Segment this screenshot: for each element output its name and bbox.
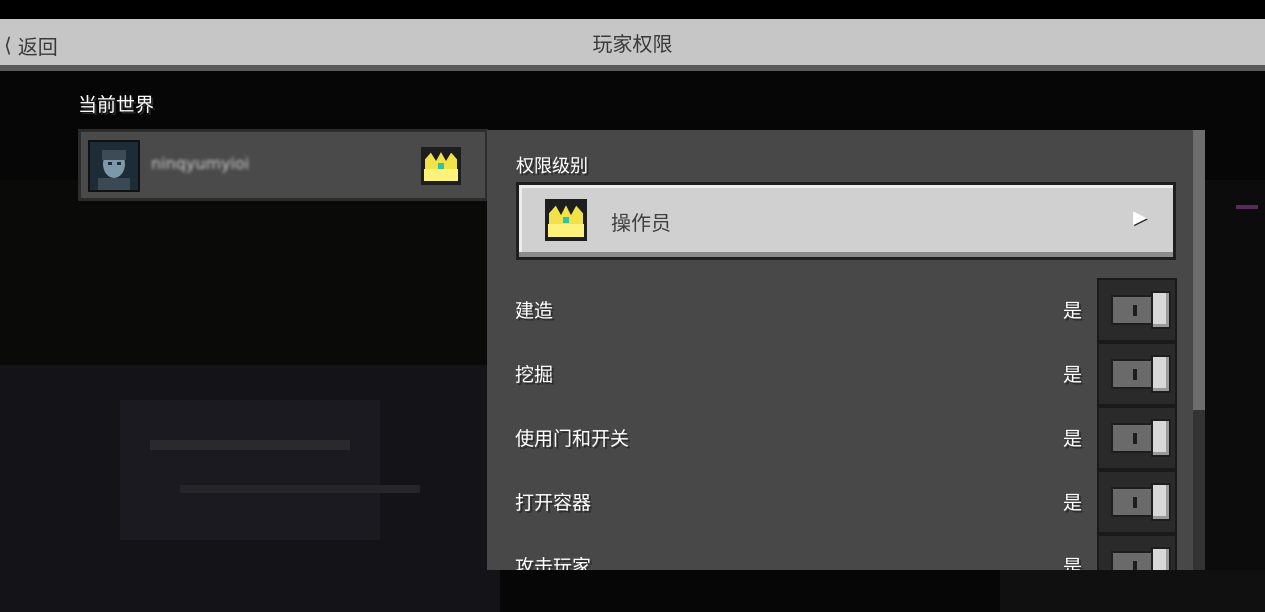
- toggle-track: [1111, 483, 1171, 521]
- toggle-knob: [1151, 291, 1171, 329]
- crown-icon: [545, 199, 587, 241]
- page-title: 玩家权限: [592, 31, 673, 56]
- permission-row-build: 建造 是: [487, 278, 1205, 342]
- build-toggle[interactable]: [1097, 278, 1177, 342]
- permission-label: 使用门和开关: [515, 428, 630, 450]
- toggle-knob: [1151, 483, 1171, 521]
- avatar: [88, 140, 140, 192]
- toggle-track: [1111, 419, 1171, 457]
- toggle-on-mark: [1133, 305, 1137, 316]
- top-edge: [0, 0, 1265, 19]
- toggle-on-mark: [1133, 433, 1137, 444]
- doors-switches-toggle[interactable]: [1097, 406, 1177, 470]
- permission-row-doors-switches: 使用门和开关 是: [487, 406, 1205, 470]
- permission-value: 是: [1063, 556, 1083, 570]
- permission-value: 是: [1063, 300, 1083, 322]
- toggle-knob: [1151, 419, 1171, 457]
- player-list-item[interactable]: ninqyumyioi: [78, 129, 488, 201]
- permission-value: 是: [1063, 364, 1083, 386]
- permission-value: 是: [1063, 428, 1083, 450]
- toggle-on-mark: [1133, 497, 1137, 508]
- toggle-knob: [1151, 355, 1171, 393]
- toggle-on-mark: [1133, 561, 1137, 570]
- scrollbar[interactable]: [1193, 130, 1205, 570]
- toggle-track: [1111, 355, 1171, 393]
- attack-players-toggle[interactable]: [1097, 534, 1177, 570]
- scrollbar-thumb[interactable]: [1193, 130, 1205, 410]
- toggle-track: [1111, 547, 1171, 570]
- mine-toggle[interactable]: [1097, 342, 1177, 406]
- permission-label: 攻击玩家: [515, 556, 592, 570]
- toggle-on-mark: [1133, 369, 1137, 380]
- permission-label: 建造: [515, 300, 554, 322]
- permission-level-dropdown[interactable]: 操作员 ▶: [516, 182, 1176, 260]
- permission-level-label: 权限级别: [516, 156, 588, 177]
- open-containers-toggle[interactable]: [1097, 470, 1177, 534]
- toggle-knob: [1151, 547, 1171, 570]
- permission-label: 挖掘: [515, 364, 554, 386]
- crown-icon: [421, 147, 461, 185]
- permissions-panel: 权限级别 操作员 ▶ 建造 是 挖掘 是 使用门和开关 是 打开容器 是 攻击玩…: [487, 130, 1205, 570]
- player-name: ninqyumyioi: [151, 154, 250, 173]
- game-screen: ⟨ 返回 玩家权限 当前世界 ninqyumyioi 权限级别 操作员 ▶ 建造…: [0, 0, 1265, 612]
- permission-label: 打开容器: [515, 492, 592, 514]
- permission-row-attack-players: 攻击玩家 是: [487, 534, 1205, 570]
- toggle-track: [1111, 291, 1171, 329]
- permission-row-mine: 挖掘 是: [487, 342, 1205, 406]
- chevron-right-icon: ▶: [1133, 207, 1147, 228]
- selected-permission-level: 操作员: [611, 211, 671, 235]
- header-bar: ⟨ 返回 玩家权限: [0, 19, 1265, 71]
- current-world-label: 当前世界: [78, 94, 155, 116]
- permission-value: 是: [1063, 492, 1083, 514]
- permission-row-open-containers: 打开容器 是: [487, 470, 1205, 534]
